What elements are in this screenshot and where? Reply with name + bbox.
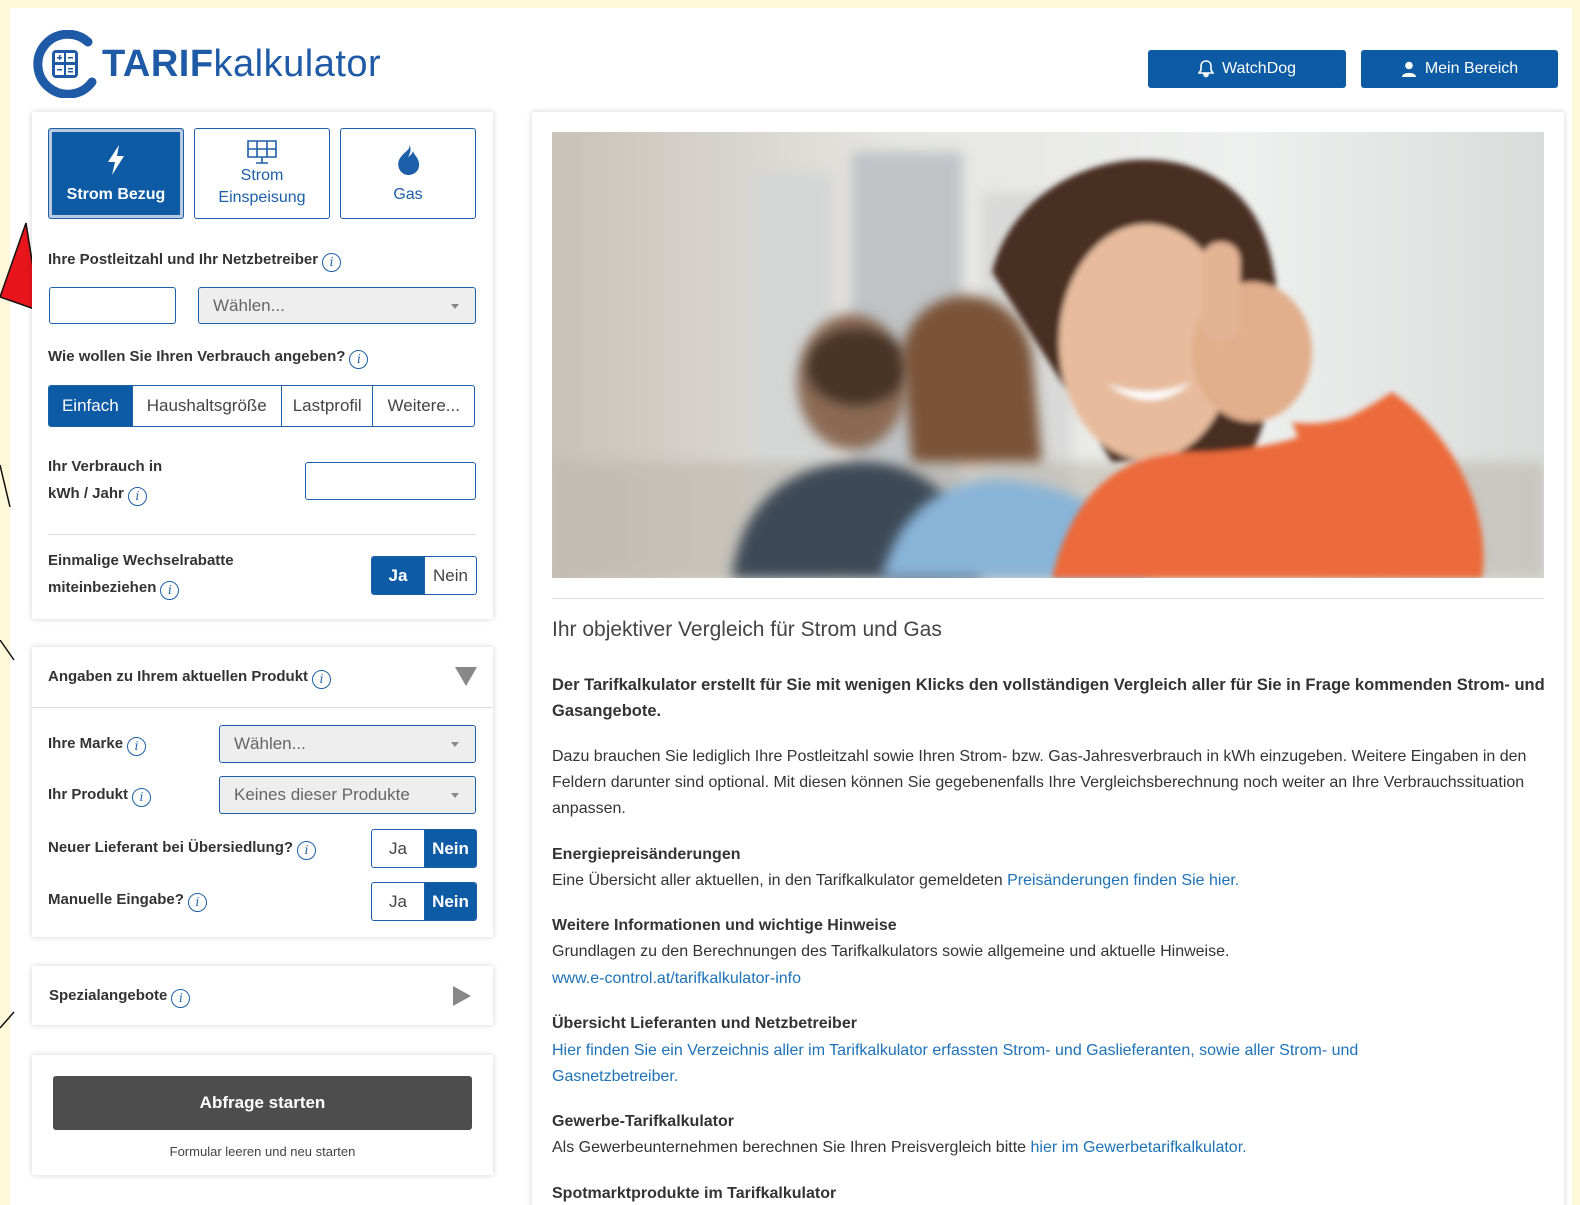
info-icon[interactable]: i	[127, 737, 147, 756]
abfrage-starten-button[interactable]: Abfrage starten	[53, 1076, 472, 1130]
tab-gas[interactable]: Gas	[340, 128, 476, 219]
tab-strom-bezug[interactable]: Strom Bezug	[48, 128, 184, 219]
sec-energiepreis-title: Energiepreisänderungen	[552, 846, 741, 863]
info-icon[interactable]: i	[187, 893, 207, 912]
marke-value: Wählen...	[234, 734, 306, 753]
netzbetreiber-select[interactable]: Wählen...	[198, 287, 476, 324]
content-headline: Ihr objektiver Vergleich für Strom und G…	[552, 618, 942, 641]
tab-strom-einspeisung[interactable]: Strom Einspeisung	[194, 128, 330, 219]
sec-spotmarkt-title: Spotmarktprodukte im Tarifkalkulator	[552, 1185, 837, 1202]
gewerbe-link[interactable]: hier im Gewerbetarifkalkulator.	[1031, 1139, 1247, 1156]
tab-strom-bezug-label: Strom Bezug	[66, 185, 166, 203]
produkt-label: Ihr Produkt i	[48, 781, 152, 808]
tab-gas-label: Gas	[393, 185, 423, 203]
logo-text: TARIFkalkulator	[102, 42, 382, 85]
verbrauch-input[interactable]	[305, 462, 476, 500]
intro-text: Dazu brauchen Sie lediglich Ihre Postlei…	[552, 748, 1527, 817]
watchdog-label: WatchDog	[1221, 60, 1297, 77]
tarifkalkulator-logo[interactable]: TARIFkalkulator	[30, 28, 381, 100]
formular-leeren-link[interactable]: Formular leeren und neu starten	[53, 1144, 472, 1159]
divider	[32, 707, 493, 708]
option-lastprofil[interactable]: Lastprofil	[280, 386, 373, 426]
lightning-icon	[108, 144, 124, 175]
wechselrabatte-label: Einmalige Wechselrabatte miteinbeziehen i	[48, 547, 234, 601]
manuell-toggle: Ja Nein	[371, 882, 477, 921]
mein-bereich-label: Mein Bereich	[1424, 60, 1519, 77]
sec-info-text: Grundlagen zu den Berechnungen des Tarif…	[552, 943, 1230, 960]
watchdog-button[interactable]: WatchDog	[1148, 50, 1346, 88]
solar-panel-icon	[247, 139, 277, 164]
hero-image	[552, 132, 1544, 578]
info-icon[interactable]: i	[297, 841, 317, 860]
sec-gewerbe-title: Gewerbe-Tarifkalkulator	[552, 1113, 734, 1130]
info-icon[interactable]: i	[127, 487, 147, 506]
divider	[48, 534, 476, 535]
current-product-title[interactable]: Angaben zu Ihrem aktuellen Produkt i	[48, 663, 332, 690]
mein-bereich-button[interactable]: Mein Bereich	[1361, 50, 1558, 88]
option-weitere[interactable]: Weitere...	[372, 386, 474, 426]
verbrauch-mode-selector: Einfach Haushaltsgröße Lastprofil Weiter…	[48, 385, 475, 427]
produkt-value: Keines dieser Produkte	[234, 785, 410, 804]
calculator-logo-icon	[33, 30, 97, 98]
flame-icon	[398, 144, 420, 175]
energy-type-tabs: Strom Bezug Strom Einspeisung Gas	[48, 128, 476, 219]
sec-lieferanten-title: Übersicht Lieferanten und Netzbetreiber	[552, 1015, 857, 1032]
info-icon[interactable]: i	[312, 670, 332, 689]
lieferant-label: Neuer Lieferant bei Übersiedlung? i	[48, 834, 317, 861]
lieferant-ja[interactable]: Ja	[372, 830, 424, 867]
manuell-ja[interactable]: Ja	[372, 883, 424, 920]
sec-energiepreis-text: Eine Übersicht aller aktuellen, in den T…	[552, 872, 1240, 889]
collapse-triangle-icon[interactable]	[455, 667, 477, 686]
chevron-down-icon	[451, 742, 459, 747]
marke-select[interactable]: Wählen...	[219, 725, 476, 763]
marke-label: Ihre Marke i	[48, 730, 147, 757]
chevron-down-icon	[451, 793, 459, 798]
user-icon	[1401, 61, 1416, 77]
produkt-select[interactable]: Keines dieser Produkte	[219, 776, 476, 814]
option-einfach[interactable]: Einfach	[49, 386, 132, 426]
lieferant-nein[interactable]: Nein	[424, 830, 476, 867]
intro-bold: Der Tarifkalkulator erstellt für Sie mit…	[552, 676, 1545, 720]
wechselrabatte-toggle: Ja Nein	[371, 556, 477, 595]
page: TARIFkalkulator WatchDog Mein Bereich St…	[0, 0, 1580, 1205]
plz-label: Ihre Postleitzahl und Ihr Netzbetreiber i	[48, 246, 342, 273]
verbrauch-question: Wie wollen Sie Ihren Verbrauch angeben? i	[48, 343, 369, 370]
netzbetreiber-value: Wählen...	[213, 295, 285, 315]
postleitzahl-input[interactable]	[49, 287, 176, 324]
manuell-label: Manuelle Eingabe? i	[48, 886, 207, 913]
tab-strom-einspeisung-line2: Einspeisung	[218, 188, 306, 206]
info-icon[interactable]: i	[171, 989, 191, 1008]
info-icon[interactable]: i	[349, 350, 369, 369]
option-haushaltsgroesse[interactable]: Haushaltsgröße	[131, 386, 281, 426]
lieferanten-verzeichnis-link[interactable]: Hier finden Sie ein Verzeichnis aller im…	[552, 1038, 1452, 1090]
bell-icon	[1197, 60, 1214, 78]
blue-arrow-decoration	[0, 640, 15, 1029]
info-icon[interactable]: i	[160, 581, 180, 600]
special-offers-title[interactable]: Spezialangebote i	[49, 982, 191, 1009]
info-icon[interactable]: i	[132, 788, 152, 807]
expand-triangle-icon[interactable]	[453, 986, 471, 1006]
e-control-info-link[interactable]: www.e-control.at/tarifkalkulator-info	[552, 966, 801, 992]
divider	[552, 598, 1544, 599]
preisaenderungen-link[interactable]: Preisänderungen finden Sie hier.	[1007, 872, 1239, 889]
verbrauch-label: Ihr Verbrauch in kWh / Jahr i	[48, 453, 162, 507]
chevron-down-icon	[451, 303, 459, 309]
rabatte-nein[interactable]: Nein	[424, 557, 476, 594]
manuell-nein[interactable]: Nein	[424, 883, 476, 920]
tab-strom-einspeisung-line1: Strom	[240, 166, 284, 184]
rabatte-ja[interactable]: Ja	[372, 557, 424, 594]
lieferant-toggle: Ja Nein	[371, 829, 477, 868]
sec-info-title: Weitere Informationen und wichtige Hinwe…	[552, 917, 897, 934]
info-icon[interactable]: i	[322, 253, 342, 272]
sec-gewerbe-text: Als Gewerbeunternehmen berechnen Sie Ihr…	[552, 1139, 1247, 1156]
